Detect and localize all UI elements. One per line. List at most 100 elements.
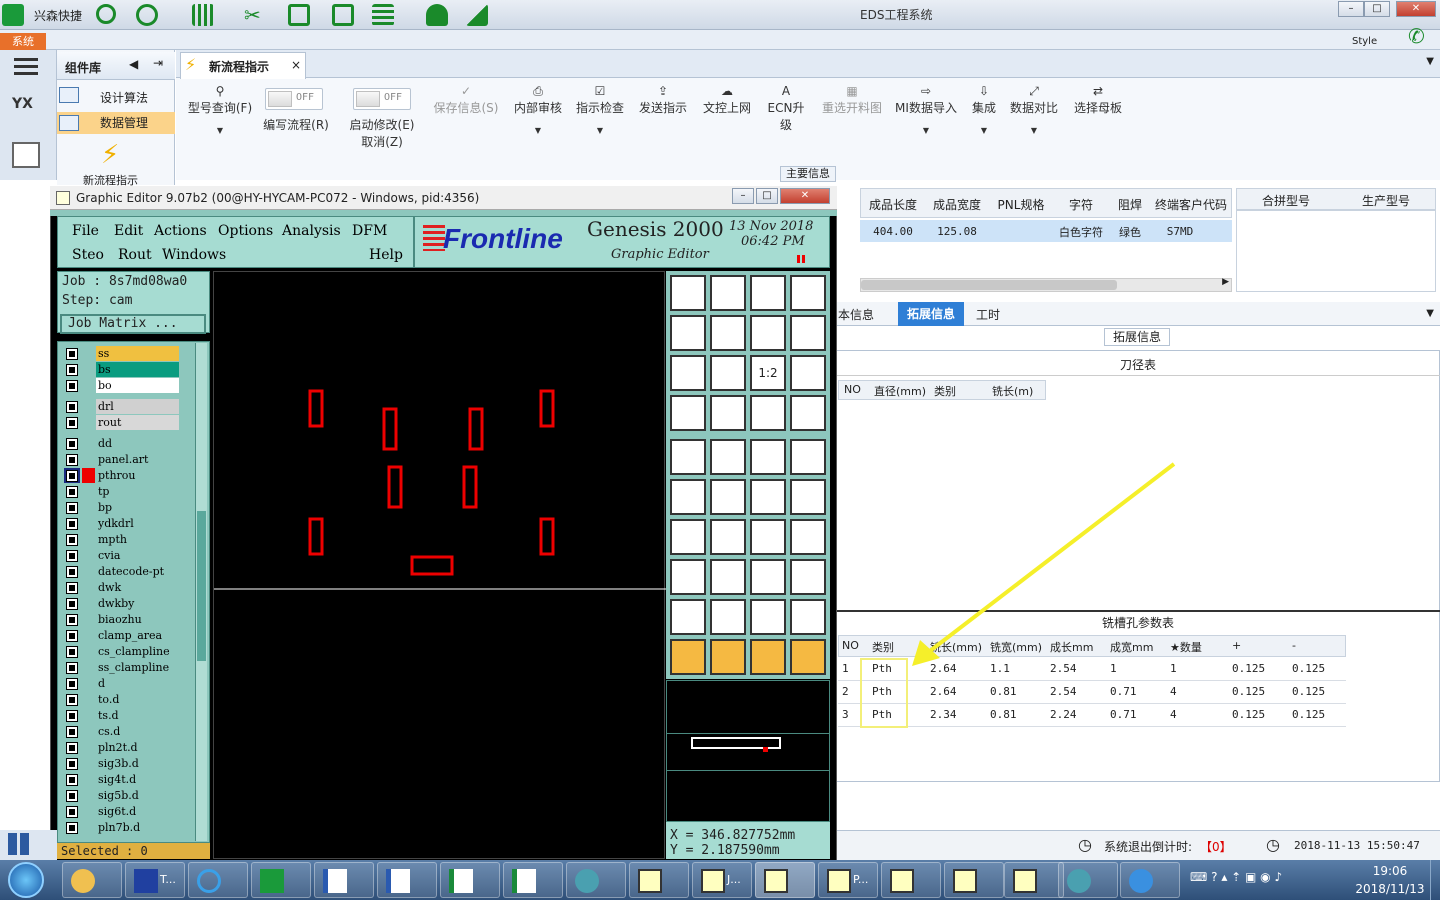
style-label[interactable]: Style [1352, 36, 1377, 47]
maximize-button[interactable]: □ [756, 188, 778, 204]
layer-row[interactable]: dd [58, 436, 196, 451]
layer-row[interactable]: cs.d [58, 724, 196, 739]
film-icon[interactable] [288, 4, 310, 26]
layer-checkbox[interactable] [66, 694, 78, 706]
layer-row[interactable]: datecode-pt [58, 564, 196, 579]
line-draw-icon[interactable] [710, 439, 746, 475]
layer-checkbox[interactable] [66, 348, 78, 360]
pan-right-icon[interactable] [710, 315, 746, 351]
pointer-alt-icon[interactable] [710, 639, 746, 675]
point-icon[interactable] [670, 559, 706, 595]
layer-name[interactable]: ts.d [96, 708, 179, 723]
triangle-icon[interactable] [670, 599, 706, 635]
menu-actions[interactable]: Actions [154, 223, 207, 239]
layer-checkbox[interactable] [66, 662, 78, 674]
minimize-button[interactable]: – [732, 188, 754, 204]
layer-name[interactable]: panel.art [96, 452, 179, 467]
layer-checkbox[interactable] [66, 502, 78, 514]
layer-checkbox[interactable] [66, 550, 78, 562]
select-mother-board-button[interactable]: ⇄ 选择母板 [1070, 84, 1126, 116]
layer-row[interactable]: ts.d [58, 708, 196, 723]
s-curve-icon[interactable] [790, 315, 826, 351]
layer-checkbox[interactable] [66, 726, 78, 738]
layer-checkbox[interactable] [66, 454, 78, 466]
center-icon[interactable] [710, 355, 746, 391]
task-word[interactable] [377, 862, 437, 898]
system-tab[interactable]: 系统 [0, 33, 46, 50]
task-word[interactable] [314, 862, 374, 898]
layer-name[interactable]: clamp_area [96, 628, 179, 643]
angle-icon[interactable] [670, 519, 706, 555]
layer-row[interactable]: d [58, 676, 196, 691]
layer-checkbox[interactable] [66, 742, 78, 754]
job-matrix-button[interactable]: Job Matrix ... [60, 314, 206, 334]
arrow-node-icon[interactable] [750, 479, 786, 515]
layer-name[interactable]: ss [96, 346, 179, 361]
node-icon[interactable] [670, 479, 706, 515]
task-excel[interactable] [440, 862, 500, 898]
layer-name[interactable]: ydkdrl [96, 516, 179, 531]
globe-icon[interactable] [136, 4, 158, 26]
layer-checkbox[interactable] [66, 380, 78, 392]
layer-name[interactable]: mpth [96, 532, 179, 547]
task-eye[interactable] [1058, 862, 1118, 898]
layer-name[interactable]: dwkby [96, 596, 179, 611]
task-feather[interactable] [1120, 862, 1180, 898]
task-x5[interactable] [881, 862, 941, 898]
layer-row[interactable]: dwkby [58, 596, 196, 611]
scrollbar-thumb[interactable] [197, 511, 206, 661]
tray-icons[interactable]: ⌨ ? ▴ ⇡ ▣ ◉ ♪ [1190, 870, 1282, 884]
tab-work-hours[interactable]: 工时 [976, 306, 1000, 323]
layer-name[interactable]: sig4t.d [96, 772, 179, 787]
layer-row[interactable]: bp [58, 500, 196, 515]
task-excel[interactable] [503, 862, 563, 898]
layer-name[interactable]: dwk [96, 580, 179, 595]
layer-name[interactable]: bp [96, 500, 179, 515]
layer-name[interactable]: bs [96, 362, 179, 377]
layer-checkbox[interactable] [66, 710, 78, 722]
triangle-a-icon[interactable] [710, 599, 746, 635]
tab-extended-info[interactable]: 拓展信息 [898, 302, 964, 326]
layer-row[interactable]: cs_clampline [58, 644, 196, 659]
layer-checkbox[interactable] [66, 822, 78, 834]
task-eds[interactable] [251, 862, 311, 898]
ruler-icon[interactable] [750, 439, 786, 475]
settings-icon[interactable] [670, 395, 706, 431]
layer-row[interactable]: pln2t.d [58, 740, 196, 755]
layer-checkbox[interactable] [66, 364, 78, 376]
layer-name[interactable]: to.d [96, 692, 179, 707]
layer-checkbox[interactable] [66, 438, 78, 450]
layer-row[interactable]: pthrou [58, 468, 196, 483]
layer-checkbox[interactable] [66, 486, 78, 498]
tab-basic-info[interactable]: 本信息 [838, 306, 874, 323]
layer-checkbox[interactable] [66, 582, 78, 594]
task-x1[interactable] [629, 862, 689, 898]
layer-name[interactable]: biaozhu [96, 612, 179, 627]
table-row[interactable]: 2 Pth 2.64 0.81 2.54 0.71 4 0.125 0.125 [838, 681, 1346, 704]
menu-options[interactable]: Options [218, 223, 273, 239]
instruction-check-button[interactable]: ☑ 指示检查 ▼ [574, 84, 626, 135]
chevron-left-icon[interactable]: ◀ [129, 57, 138, 71]
reselect-drawing-button[interactable]: ▦ 重选开料图 [818, 84, 886, 116]
slash-icon[interactable] [710, 519, 746, 555]
layer-row[interactable]: dwk [58, 580, 196, 595]
close-button[interactable]: ✕ [1396, 1, 1436, 17]
tray-date[interactable]: 2018/11/13 [1350, 882, 1430, 896]
task-x6[interactable] [944, 862, 1004, 898]
layer-row[interactable]: bo [58, 378, 196, 393]
start-button[interactable] [8, 862, 44, 898]
home-icon[interactable] [750, 275, 786, 311]
layer-checkbox[interactable] [66, 417, 78, 429]
layer-name[interactable]: pthrou [96, 468, 179, 483]
data-compare-button[interactable]: ⤢ 数据对比 ▼ [1006, 84, 1062, 135]
layer-checkbox[interactable] [66, 566, 78, 578]
maximize-button[interactable]: □ [1364, 1, 1390, 17]
layer-name[interactable]: sig5b.d [96, 788, 179, 803]
help-icon[interactable] [790, 355, 826, 391]
save-info-button[interactable]: ✓ 保存信息(S) [430, 84, 502, 116]
list-icon[interactable] [372, 4, 394, 26]
search-icon[interactable] [96, 4, 116, 24]
menu-analysis[interactable]: Analysis [282, 223, 341, 239]
chevron-right-icon[interactable]: ▶ [1222, 277, 1229, 287]
layer-name[interactable]: sig3b.d [96, 756, 179, 771]
